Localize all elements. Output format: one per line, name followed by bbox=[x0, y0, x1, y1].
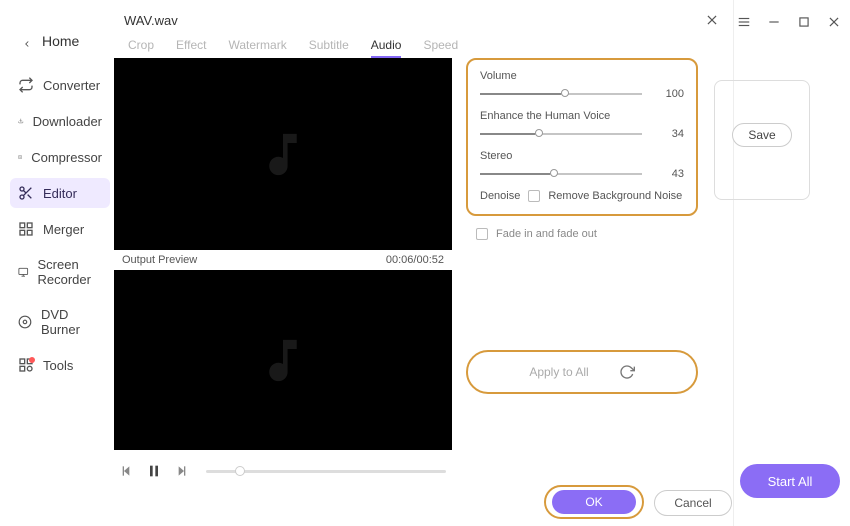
menu-icon[interactable] bbox=[736, 14, 752, 30]
preview-time: 00:06/00:52 bbox=[386, 254, 444, 266]
music-note-icon bbox=[253, 333, 313, 388]
audio-settings-panel: Volume 100 Enhance the Human Voice 34 St… bbox=[466, 58, 698, 216]
tab-watermark[interactable]: Watermark bbox=[228, 38, 286, 58]
recorder-icon bbox=[18, 264, 29, 280]
enhance-label: Enhance the Human Voice bbox=[480, 110, 684, 122]
volume-label: Volume bbox=[480, 70, 684, 82]
enhance-value: 34 bbox=[656, 128, 684, 140]
sidebar-item-converter[interactable]: Converter bbox=[10, 70, 110, 100]
tools-icon bbox=[18, 357, 34, 373]
prev-frame-icon[interactable] bbox=[120, 463, 136, 479]
editor-icon bbox=[18, 185, 34, 201]
modal-close-icon[interactable] bbox=[705, 13, 719, 27]
stereo-label: Stereo bbox=[480, 150, 684, 162]
enhance-slider[interactable] bbox=[480, 133, 642, 135]
next-frame-icon[interactable] bbox=[172, 463, 188, 479]
sidebar-item-dvd[interactable]: DVD Burner bbox=[10, 300, 110, 344]
preview-label: Output Preview bbox=[122, 254, 197, 266]
close-icon[interactable] bbox=[826, 14, 842, 30]
apply-panel: Apply to All bbox=[466, 350, 698, 394]
apply-all-button[interactable]: Apply to All bbox=[529, 365, 588, 379]
preview-info-bar: Output Preview 00:06/00:52 bbox=[114, 250, 452, 270]
tab-subtitle[interactable]: Subtitle bbox=[309, 38, 349, 58]
fade-label: Fade in and fade out bbox=[496, 228, 597, 240]
playback-slider[interactable] bbox=[206, 470, 446, 473]
tab-crop[interactable]: Crop bbox=[128, 38, 154, 58]
sidebar-item-editor[interactable]: Editor bbox=[10, 178, 110, 208]
refresh-icon[interactable] bbox=[619, 364, 635, 380]
editor-tabs: Crop Effect Watermark Subtitle Audio Spe… bbox=[128, 38, 458, 58]
volume-value: 100 bbox=[656, 88, 684, 100]
sidebar-item-label: Screen Recorder bbox=[38, 257, 103, 287]
save-button[interactable]: Save bbox=[732, 123, 792, 147]
downloader-icon bbox=[18, 113, 24, 129]
tab-effect[interactable]: Effect bbox=[176, 38, 206, 58]
denoise-checkbox[interactable] bbox=[528, 190, 540, 202]
sidebar-item-label: Compressor bbox=[31, 150, 102, 165]
sidebar-item-label: Converter bbox=[43, 78, 100, 93]
main-window: Home Converter Downloader Compressor Edi… bbox=[0, 0, 850, 526]
playback-controls bbox=[114, 458, 452, 484]
home-label[interactable]: Home bbox=[42, 33, 79, 49]
sidebar-item-downloader[interactable]: Downloader bbox=[10, 106, 110, 136]
fade-checkbox[interactable] bbox=[476, 228, 488, 240]
music-note-icon bbox=[253, 127, 313, 182]
ok-highlight: OK bbox=[544, 485, 644, 519]
merger-icon bbox=[18, 221, 34, 237]
pause-icon[interactable] bbox=[146, 463, 162, 479]
sidebar-item-merger[interactable]: Merger bbox=[10, 214, 110, 244]
sidebar-item-recorder[interactable]: Screen Recorder bbox=[10, 250, 110, 294]
save-panel: Save bbox=[714, 80, 810, 200]
start-all-button[interactable]: Start All bbox=[740, 464, 840, 498]
sidebar-item-label: Downloader bbox=[33, 114, 102, 129]
editor-modal: WAV.wav Crop Effect Watermark Subtitle A… bbox=[114, 0, 734, 526]
source-preview bbox=[114, 58, 452, 250]
sidebar-item-label: Merger bbox=[43, 222, 84, 237]
tab-audio[interactable]: Audio bbox=[371, 38, 402, 58]
volume-slider[interactable] bbox=[480, 93, 642, 95]
sidebar: Converter Downloader Compressor Editor M… bbox=[10, 70, 110, 386]
sidebar-item-label: DVD Burner bbox=[41, 307, 102, 337]
cancel-button[interactable]: Cancel bbox=[654, 490, 732, 516]
stereo-slider[interactable] bbox=[480, 173, 642, 175]
denoise-label: Denoise bbox=[480, 190, 520, 202]
maximize-icon[interactable] bbox=[796, 14, 812, 30]
minimize-icon[interactable] bbox=[766, 14, 782, 30]
sidebar-item-label: Editor bbox=[43, 186, 77, 201]
output-preview bbox=[114, 270, 452, 450]
sidebar-item-tools[interactable]: Tools bbox=[10, 350, 110, 380]
main-titlebar bbox=[736, 14, 842, 30]
back-icon[interactable] bbox=[22, 36, 32, 50]
sidebar-item-compressor[interactable]: Compressor bbox=[10, 142, 110, 172]
converter-icon bbox=[18, 77, 34, 93]
ok-button[interactable]: OK bbox=[552, 490, 636, 514]
dvd-icon bbox=[18, 314, 32, 330]
stereo-value: 43 bbox=[656, 168, 684, 180]
modal-title: WAV.wav bbox=[124, 13, 178, 28]
tab-speed[interactable]: Speed bbox=[423, 38, 458, 58]
compressor-icon bbox=[18, 149, 22, 165]
sidebar-item-label: Tools bbox=[43, 358, 73, 373]
denoise-checkbox-label: Remove Background Noise bbox=[548, 190, 682, 202]
fade-row: Fade in and fade out bbox=[476, 228, 597, 240]
